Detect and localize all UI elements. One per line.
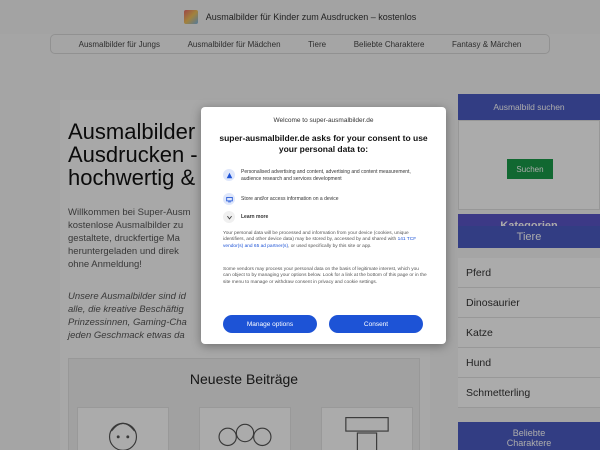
consent-text: , or used specifically by this site or a… [288, 243, 372, 249]
consent-paragraph-1: Your personal data will be processed and… [223, 231, 428, 250]
consent-paragraph-2: Some vendors may process your personal d… [223, 267, 427, 285]
purpose-device-storage: Store and/or access information on a dev… [223, 193, 428, 205]
learn-more-chevron-icon[interactable] [223, 211, 235, 223]
dialog-welcome: Welcome to super-ausmalbilder.de [273, 117, 374, 124]
consent-dialog: Welcome to super-ausmalbilder.de super-a… [201, 107, 446, 344]
purpose-text: Store and/or access information on a dev… [241, 196, 339, 202]
manage-options-button[interactable]: Manage options [223, 315, 317, 333]
learn-more-link[interactable]: Learn more [241, 211, 268, 221]
device-storage-icon [223, 193, 235, 205]
purpose-personalised-ads: Personalised advertising and content, ad… [223, 169, 428, 182]
consent-button[interactable]: Consent [329, 315, 423, 333]
learn-more-row[interactable]: Learn more [223, 211, 428, 223]
personalised-ads-icon [223, 169, 235, 181]
dialog-heading: super-ausmalbilder.de asks for your cons… [219, 133, 428, 154]
consent-text: Your personal data will be processed and… [223, 231, 409, 243]
purpose-text: Personalised advertising and content, ad… [241, 169, 411, 182]
